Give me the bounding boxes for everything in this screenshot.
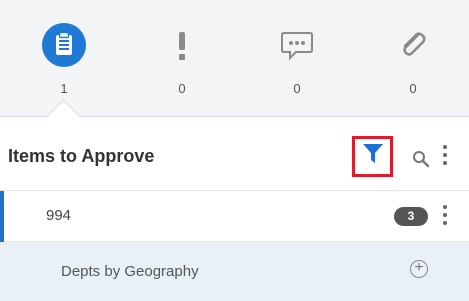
- tab-count: 0: [293, 81, 301, 96]
- tab-attachments[interactable]: 0: [378, 0, 448, 116]
- search-button[interactable]: [412, 150, 430, 168]
- list-item[interactable]: 994 3: [0, 191, 469, 301]
- paperclip-icon: [391, 23, 435, 67]
- count-badge: 3: [394, 207, 428, 226]
- search-icon: [412, 151, 430, 172]
- tab-approvals[interactable]: 1: [29, 0, 99, 116]
- exclamation-icon: [160, 23, 204, 67]
- tab-comments[interactable]: 0: [262, 0, 332, 116]
- page-title: Items to Approve: [8, 146, 155, 166]
- filter-button[interactable]: [352, 136, 393, 177]
- plus-circle-icon: +: [414, 259, 424, 276]
- more-button[interactable]: [441, 145, 449, 171]
- tab-bar: 1 0 0 0: [0, 0, 469, 132]
- add-button[interactable]: +: [410, 260, 428, 278]
- item-label: Depts by Geography: [61, 263, 199, 280]
- list-item[interactable]: Depts by Geography +: [0, 242, 469, 301]
- item-label: 994: [46, 207, 72, 224]
- tab-count: 1: [60, 81, 68, 96]
- more-icon: [441, 205, 449, 225]
- more-icon: [441, 145, 449, 165]
- clipboard-icon: [42, 23, 86, 67]
- tab-alerts[interactable]: 0: [147, 0, 217, 116]
- item-more-button[interactable]: [441, 205, 449, 231]
- tab-count: 0: [409, 81, 417, 96]
- chat-icon: [275, 23, 319, 67]
- tab-count: 0: [178, 81, 186, 96]
- filter-icon: [362, 142, 384, 171]
